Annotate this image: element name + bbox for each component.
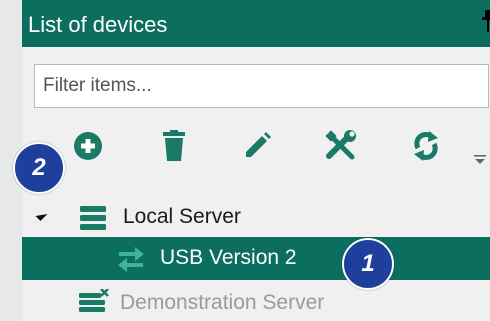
device-list-panel: List of devices Filter items... Local Se… <box>22 0 490 321</box>
collapse-arrow-icon[interactable] <box>35 208 48 222</box>
overflow-menu-icon[interactable] <box>474 152 486 164</box>
pin-icon[interactable] <box>482 9 490 35</box>
refresh-button[interactable] <box>406 126 446 166</box>
tree-item-label: Local Server <box>123 205 241 228</box>
panel-titlebar: List of devices <box>22 0 490 47</box>
edit-button[interactable] <box>237 126 277 166</box>
tree-item-local-server[interactable]: Local Server <box>22 196 490 239</box>
server-disconnected-icon <box>79 288 109 320</box>
tree-item-label: USB Version 2 <box>160 246 297 269</box>
plus-circle-icon <box>74 132 102 160</box>
step-badge-1: 1 <box>342 238 394 290</box>
toolbar <box>22 126 490 186</box>
filter-input[interactable] <box>34 64 489 108</box>
tree-item-usb-version-2[interactable]: USB Version 2 <box>22 237 490 280</box>
trash-icon <box>163 130 185 161</box>
step-badge-2: 2 <box>13 142 65 194</box>
add-button[interactable] <box>68 126 108 166</box>
wrench-screwdriver-icon <box>325 130 356 160</box>
tree-item-demonstration-server[interactable]: Demonstration Server <box>22 282 490 321</box>
refresh-icon <box>414 131 438 161</box>
server-icon <box>80 206 106 235</box>
transfer-arrows-icon <box>117 245 145 278</box>
pencil-icon <box>246 132 271 157</box>
delete-button[interactable] <box>154 126 194 166</box>
tree-item-label: Demonstration Server <box>120 291 325 314</box>
tools-button[interactable] <box>322 126 362 166</box>
panel-title: List of devices <box>28 12 168 37</box>
